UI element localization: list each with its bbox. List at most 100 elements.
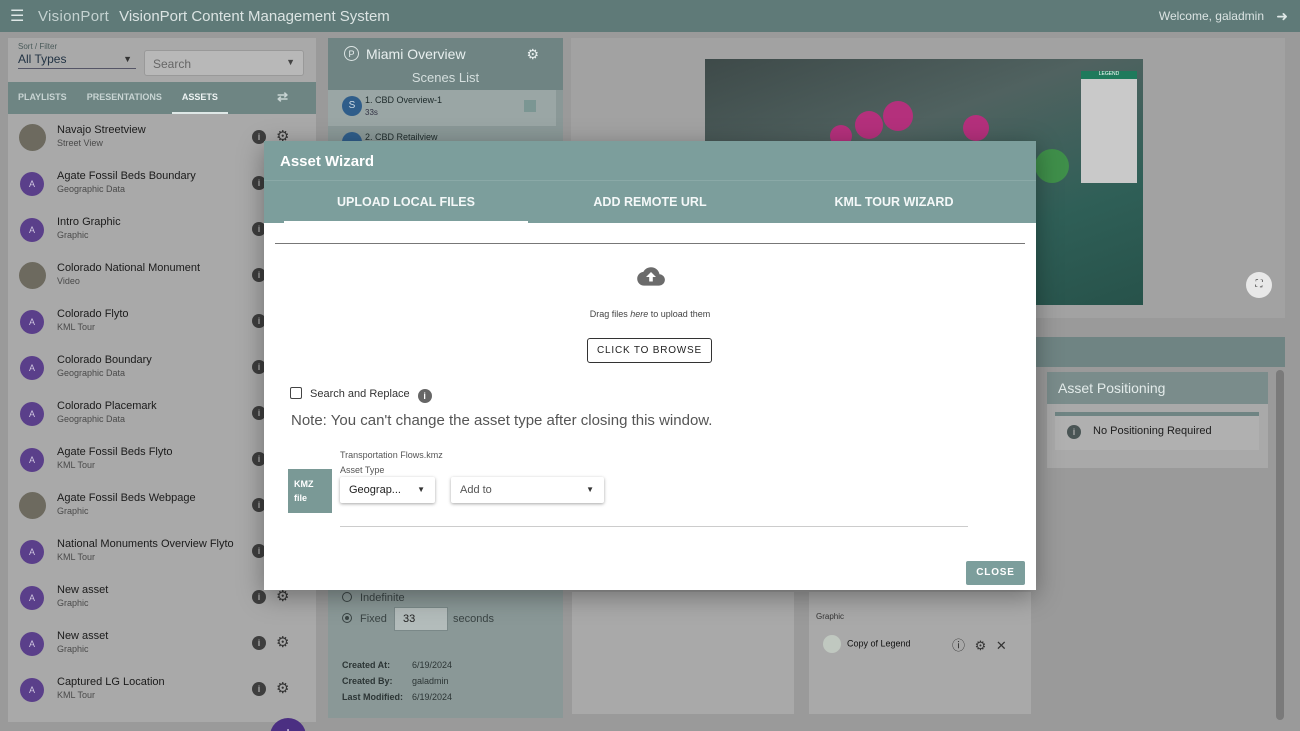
asset-name: Captured LG Location [57,676,165,688]
tab-assets[interactable]: ASSETS [171,82,228,114]
created-by: Created By: galadmin [342,676,449,686]
scrollbar[interactable] [1276,370,1284,720]
dialog-tabs: UPLOAD LOCAL FILES ADD REMOTE URL KML TO… [264,180,1036,223]
info-icon[interactable]: i [252,590,266,604]
gear-icon[interactable]: ⚙ [975,638,987,653]
asset-type: KML Tour [57,460,96,470]
add-to-select[interactable]: Add to ▼ [451,477,604,503]
presentation-header: P Miami Overview ⚙ Scenes List [328,38,563,90]
duration-indefinite-radio[interactable]: Indefinite [342,592,405,604]
asset-wizard-dialog: Asset Wizard UPLOAD LOCAL FILES ADD REMO… [264,141,1036,590]
file-name: Transportation Flows.kmz [340,450,443,460]
close-button[interactable]: CLOSE [966,561,1025,585]
scene-duration: 33s [365,108,378,117]
asset-type-note: Note: You can't change the asset type af… [291,412,713,429]
scene-asset-item[interactable]: Copy of Legend [823,635,911,653]
info-icon[interactable]: i [252,682,266,696]
chevron-down-icon: ▼ [417,485,425,494]
chevron-down-icon: ▼ [286,57,295,67]
tab-presentations[interactable]: PRESENTATIONS [77,82,172,114]
asset-avatar: A [20,172,44,196]
scene-item[interactable]: S 1. CBD Overview-1 33s [328,90,556,126]
gear-icon[interactable]: ⚙ [276,633,289,651]
chevron-down-icon: ▼ [586,485,594,494]
drag-drop-hint: Drag files here to upload them [589,309,711,319]
swap-icon[interactable]: ⇄ [267,82,298,114]
divider [340,526,968,527]
asset-avatar: A [20,448,44,472]
asset-name: Agate Fossil Beds Webpage [57,492,196,504]
asset-name: Agate Fossil Beds Flyto [57,446,173,458]
asset-name: Colorado Placemark [57,400,157,412]
fullscreen-icon[interactable]: ⛶ [1246,272,1272,298]
asset-avatar: A [20,678,44,702]
info-icon[interactable]: ⓘ [952,638,965,653]
asset-avatar: A [20,402,44,426]
sort-filter-select[interactable]: Sort / Filter All Types ▼ [18,42,136,69]
click-to-browse-button[interactable]: CLICK TO BROWSE [587,338,712,363]
asset-type: Video [57,276,80,286]
seconds-input[interactable]: 33 [394,607,448,631]
search-and-replace-checkbox[interactable]: Search and Replace i [290,387,432,403]
scenes-list-label: Scenes List [411,70,480,85]
asset-type-select[interactable]: Geograp... ▼ [340,477,435,503]
asset-type: KML Tour [57,552,96,562]
visionport-logo: VisionPort [38,7,110,25]
asset-type: Geographic Data [57,184,126,194]
cloud-upload-icon [637,266,665,291]
hamburger-menu-icon[interactable]: ☰ [10,6,30,26]
info-icon[interactable]: i [252,636,266,650]
checkbox[interactable] [290,387,302,399]
gear-icon[interactable]: ⚙ [526,46,539,63]
asset-avatar [19,124,46,151]
asset-type: Geographic Data [57,414,126,424]
asset-name: Colorado Boundary [57,354,152,366]
close-icon[interactable]: ✕ [996,638,1007,653]
scene-checkbox[interactable] [524,100,536,112]
asset-name: National Monuments Overview Flyto [57,538,234,550]
gear-icon[interactable]: ⚙ [276,679,289,697]
asset-avatar: A [20,310,44,334]
asset-avatar [19,492,46,519]
presentation-badge: P [344,46,359,61]
asset-avatar: A [20,356,44,380]
sort-filter-value: All Types [18,52,67,66]
map-legend: LEGEND [1081,71,1137,183]
asset-list-item[interactable]: A Captured LG Location KML Tour i ⚙ [8,670,316,716]
file-type-badge: KMZ file [288,469,332,513]
tab-add-remote-url[interactable]: ADD REMOTE URL [528,181,772,223]
scene-assets-panel: Graphic Copy of Legend ⓘ ⚙ ✕ [809,592,1031,714]
asset-name: Navajo Streetview [57,124,146,136]
asset-type: KML Tour [57,690,96,700]
duration-fixed-radio[interactable]: Fixed [342,613,387,625]
asset-avatar: A [20,540,44,564]
scene-name: 1. CBD Overview-1 [365,95,443,105]
asset-name: Colorado Flyto [57,308,129,320]
asset-type: Graphic [57,598,89,608]
logout-icon[interactable]: ➜ [1276,8,1288,25]
asset-list-item[interactable]: A New asset Graphic i ⚙ [8,624,316,670]
library-tabs: PLAYLISTS PRESENTATIONS ASSETS ⇄ [8,82,316,114]
tab-kml-tour-wizard[interactable]: KML TOUR WIZARD [772,181,1016,223]
app-title: VisionPort Content Management System [119,7,390,25]
positioning-message: i No Positioning Required [1055,416,1259,450]
asset-type: Graphic [57,644,89,654]
seconds-label: seconds [453,613,494,625]
asset-name: Colorado National Monument [57,262,201,274]
asset-type: KML Tour [57,322,96,332]
search-input[interactable]: Search ▼ [144,50,304,76]
asset-type: Graphic [57,506,89,516]
top-app-bar: ☰ VisionPort VisionPort Content Manageme… [0,0,1300,32]
tab-upload-local-files[interactable]: UPLOAD LOCAL FILES [284,181,528,223]
asset-name: Intro Graphic [57,216,121,228]
asset-type: Geographic Data [57,368,126,378]
add-asset-button[interactable]: + [270,718,306,731]
asset-name: Agate Fossil Beds Boundary [57,170,196,182]
asset-type: Street View [57,138,103,148]
scene-asset-actions: ⓘ ⚙ ✕ [952,635,1007,654]
section-header [1035,337,1285,367]
created-at: Created At: 6/19/2024 [342,660,453,670]
asset-positioning-panel: Asset Positioning i No Positioning Requi… [1047,372,1268,468]
info-icon[interactable]: i [417,389,432,403]
tab-playlists[interactable]: PLAYLISTS [8,82,77,114]
